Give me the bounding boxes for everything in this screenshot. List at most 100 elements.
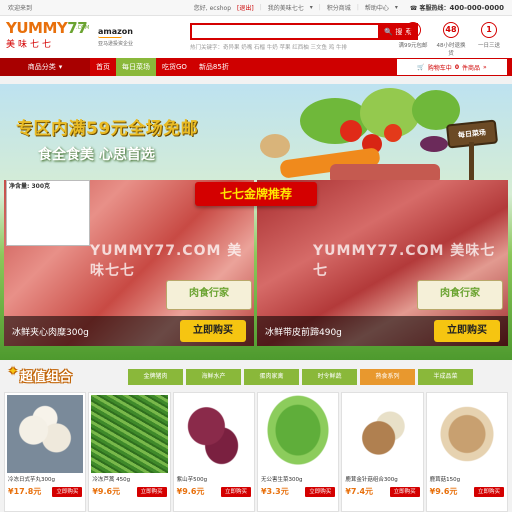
product-name[interactable]: 冷冻芦蒿 450g (89, 475, 169, 483)
site-header: YUMMY77 .COM 美味七七 amazon 亚马逊投资企业 🔍 搜 索 热… (0, 16, 512, 58)
promo-caption: 冰鲜夹心肉糜300g 立即购买 (4, 316, 254, 346)
logout-link[interactable]: [退出] (237, 3, 254, 12)
product-card[interactable]: 无公害生菜300g ¥3.3元 立即购买 (256, 392, 340, 512)
promise-returns[interactable]: 48 48小时退换货 (434, 22, 468, 57)
category-menu-button[interactable]: 商品分类 ▾ (0, 58, 90, 76)
free-shipping-icon: 满 (405, 22, 421, 38)
promo-caption: 冰鲜带皮前蹄490g 立即购买 (257, 316, 508, 346)
tab-deli[interactable]: 熟食系列 (360, 369, 415, 385)
product-grid: 冷冻日式芋丸300g ¥17.8元 立即购买 冷冻芦蒿 450g ¥9.6元 立即购… (4, 392, 508, 512)
promise-free-shipping[interactable]: 满 满99元包邮 (396, 22, 430, 57)
product-card[interactable]: 鹿茸菇150g ¥9.6元 立即购买 (425, 392, 508, 512)
section-title: ✦ 超值组合 (8, 364, 73, 385)
product-image[interactable] (428, 395, 505, 473)
nav-item-daily-market[interactable]: 每日菜场 (116, 58, 156, 76)
logo-text-cn: 美味七七 (6, 40, 55, 50)
points-mall-link[interactable]: 积分商城 (327, 3, 351, 12)
cart-button[interactable]: 🛒 购物车中 0 件商品 » (396, 58, 508, 76)
hotline: ☎ 客服热线：400-000-0000 (410, 3, 504, 12)
partner-badge: amazon 亚马逊投资企业 (98, 22, 154, 52)
tab-seafood[interactable]: 海鲜水产 (186, 369, 241, 385)
product-price: ¥9.6元 (176, 487, 205, 496)
main-nav: 商品分类 ▾ 首页 每日菜场 吃货GO 新品85折 🛒 购物车中 0 件商品 » (0, 58, 512, 76)
hot-keywords[interactable]: 热门关键字：奇异果 奶嘴 石榴 牛奶 苹果 红西柚 三文鱼 鸡 牛排 (190, 43, 418, 51)
banner-headline: 专区内满59元全场免邮 (16, 119, 199, 139)
buy-now-button[interactable]: 立即购买 (389, 486, 420, 497)
service-promises: 满 满99元包邮 48 48小时退换货 1 一日三送 (396, 22, 506, 57)
product-price: ¥7.4元 (345, 487, 374, 496)
search-input[interactable] (190, 23, 378, 40)
product-price: ¥9.6元 (92, 487, 121, 496)
category-tabs: 金牌猪肉 海鲜水产 蛋肉家禽 时令鲜蔬 熟食系列 半成品菜 (128, 369, 473, 385)
double-chevron-right-icon: » (483, 63, 487, 71)
product-label: 净含量: 300克 (6, 180, 90, 246)
buy-now-button[interactable]: 立即购买 (434, 320, 500, 342)
tomato-image (384, 124, 402, 142)
promise-delivery[interactable]: 1 一日三送 (472, 22, 506, 57)
buy-now-button[interactable]: 立即购买 (52, 486, 83, 497)
returns-icon: 48 (443, 22, 459, 38)
delivery-icon: 1 (481, 22, 497, 38)
potato-image (260, 134, 290, 158)
site-logo[interactable]: YUMMY77 .COM 美味七七 (6, 20, 94, 54)
top-bar: 欢迎来到 您好, ecshop [退出] | 我的美味七七 ▾ | 积分商城 |… (0, 0, 512, 16)
product-image[interactable] (91, 395, 168, 473)
product-card[interactable]: 鹿茸金针菇组合300g ¥7.4元 立即购买 (341, 392, 424, 512)
buy-now-button[interactable]: 立即购买 (180, 320, 246, 342)
product-image[interactable] (259, 395, 337, 473)
nav-item-home[interactable]: 首页 (90, 58, 116, 76)
eggplant-image (420, 136, 448, 152)
product-name[interactable]: 鹿茸菇150g (427, 475, 507, 483)
promo-name: 冰鲜夹心肉糜300g (12, 327, 89, 338)
gold-recommend-ribbon: 七七金牌推荐 (195, 182, 317, 206)
product-name[interactable]: 鹿茸金针菇组合300g (342, 475, 422, 483)
phone-icon: ☎ (409, 5, 418, 12)
cart-count: 0 (454, 63, 459, 71)
logo-com: .COM (76, 25, 90, 31)
sparkle-icon: ✦ (8, 364, 19, 378)
tab-semi-prepared[interactable]: 半成品菜 (418, 369, 473, 385)
pack-label: 肉食行家 (417, 280, 503, 310)
product-name[interactable]: 无公害生菜300g (258, 475, 338, 483)
tab-seasonal-veg[interactable]: 时令鲜蔬 (302, 369, 357, 385)
product-name[interactable]: 冷冻日式芋丸300g (5, 475, 85, 483)
nav-item-foodie-go[interactable]: 吃货GO (156, 58, 193, 76)
tab-gold-pork[interactable]: 金牌猪肉 (128, 369, 183, 385)
product-card[interactable]: 冷冻芦蒿 450g ¥9.6元 立即购买 (88, 392, 171, 512)
cart-icon: 🛒 (417, 63, 425, 71)
chevron-down-icon: ▾ (394, 4, 398, 11)
product-card[interactable]: 紫山芋500g ¥9.6元 立即购买 (172, 392, 255, 512)
tab-eggs-poultry[interactable]: 蛋肉家禽 (244, 369, 299, 385)
product-price: ¥17.8元 (8, 487, 42, 496)
welcome-text: 欢迎来到 (8, 5, 33, 12)
chevron-down-icon: ▾ (309, 4, 313, 11)
product-name[interactable]: 紫山芋500g (174, 475, 254, 483)
partner-text: 亚马逊投资企业 (98, 41, 134, 47)
watermark: YUMMY77.COM 美味七七 (313, 243, 496, 279)
user-greeting: 您好, ecshop (193, 5, 232, 12)
promo-name: 冰鲜带皮前蹄490g (265, 327, 342, 338)
sign-post (469, 142, 474, 182)
product-card[interactable]: 冷冻日式芋丸300g ¥17.8元 立即购买 (4, 392, 87, 512)
banner-subline: 食全食美 心思首选 (38, 147, 155, 163)
buy-now-button[interactable]: 立即购买 (220, 486, 251, 497)
my-account-link[interactable]: 我的美味七七 (268, 3, 304, 12)
watermark: YUMMY77.COM 美味七七 (90, 243, 243, 279)
buy-now-button[interactable]: 立即购买 (473, 486, 504, 497)
help-center-link[interactable]: 帮助中心 (365, 3, 389, 12)
chevron-down-icon: ▾ (58, 63, 63, 71)
product-image[interactable] (175, 395, 252, 473)
product-price: ¥3.3元 (260, 487, 289, 496)
product-price: ¥9.6元 (429, 487, 458, 496)
search-area: 🔍 搜 索 热门关键字：奇异果 奶嘴 石榴 牛奶 苹果 红西柚 三文鱼 鸡 牛排 (190, 23, 418, 51)
product-image[interactable] (7, 395, 84, 473)
buy-now-button[interactable]: 立即购买 (136, 486, 167, 497)
buy-now-button[interactable]: 立即购买 (305, 486, 336, 497)
hotline-number: 400-000-0000 (449, 4, 504, 12)
product-image[interactable] (344, 395, 421, 473)
amazon-smile-icon (98, 36, 122, 38)
pack-label: 肉食行家 (166, 280, 252, 310)
hotline-label: 客服热线： (419, 5, 450, 12)
search-icon: 🔍 (384, 27, 394, 36)
nav-item-new-discount[interactable]: 新品85折 (193, 58, 235, 76)
